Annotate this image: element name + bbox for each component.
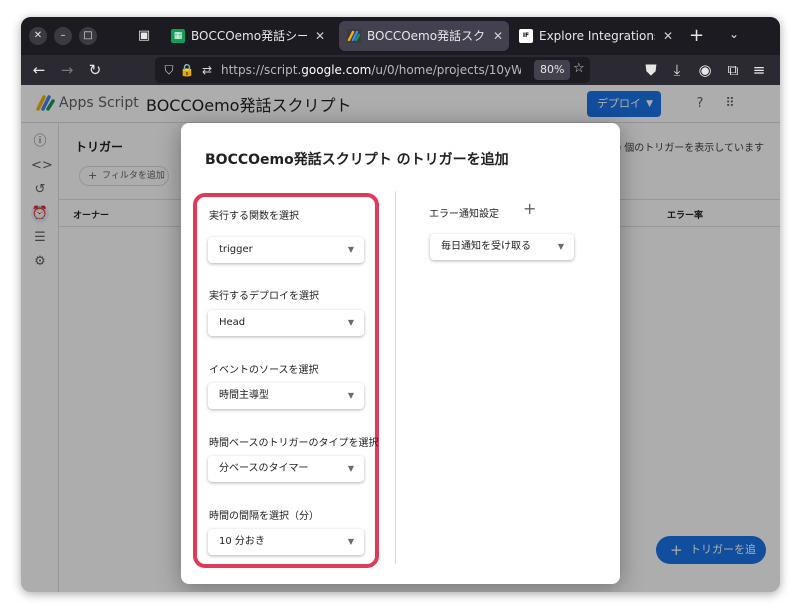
sheets-icon: ▦	[171, 29, 185, 43]
browser-window: ✕ – □ ▣ ▦ BOCCOemo発話シート - G ✕ BOCCOemo発話…	[21, 17, 780, 592]
dialog-title: BOCCOemo発話スクリプト のトリガーを追加	[205, 152, 509, 168]
close-window-icon[interactable]: ✕	[29, 27, 47, 45]
dropdown-arrow-icon: ▼	[347, 464, 354, 473]
lock-icon[interactable]: 🔒	[179, 61, 195, 79]
ifttt-icon: IF	[519, 29, 533, 43]
highlighted-settings-box: 実行する関数を選択 trigger ▼ 実行するデプロイを選択 Head ▼ イベン…	[193, 193, 379, 568]
function-label: 実行する関数を選択	[209, 211, 299, 222]
url-path: /u/0/home/projects/10yWIEmX	[371, 63, 521, 77]
select-value: Head	[219, 317, 246, 328]
pocket-icon[interactable]: ⛊	[641, 60, 661, 80]
tab-strip: ✕ – □ ▣ ▦ BOCCOemo発話シート - G ✕ BOCCOemo発話…	[21, 17, 780, 55]
select-value: 10 分おき	[219, 536, 265, 547]
deployment-label: 実行するデプロイを選択	[209, 291, 319, 302]
event-source-select[interactable]: 時間主導型 ▼	[208, 383, 364, 409]
star-icon[interactable]: ☆	[573, 61, 585, 76]
function-select[interactable]: trigger ▼	[208, 237, 364, 263]
error-notification-label: エラー通知設定	[429, 209, 499, 220]
column-divider	[395, 191, 396, 564]
time-trigger-type-label: 時間ベースのトリガーのタイプを選択	[209, 438, 379, 449]
download-icon[interactable]: ⤓	[667, 60, 687, 80]
url-text[interactable]: https://script.google.com/u/0/home/proje…	[221, 57, 521, 83]
minimize-window-icon[interactable]: –	[54, 27, 72, 45]
select-value: 毎日通知を受け取る	[441, 241, 531, 252]
close-tab-icon[interactable]: ✕	[493, 21, 503, 51]
add-notification-icon[interactable]: +	[523, 199, 536, 218]
back-icon[interactable]: ←	[29, 60, 49, 80]
dropdown-arrow-icon: ▼	[347, 537, 354, 546]
tab-title: Explore Integrations - IFTTT	[539, 29, 655, 43]
interval-select[interactable]: 10 分おき ▼	[208, 529, 364, 555]
page-content: Apps Script BOCCOemo発話スクリプト デプロイ ▼ ? ⠿ ⓘ …	[21, 85, 780, 592]
tab-sheets[interactable]: ▦ BOCCOemo発話シート - G ✕	[163, 21, 331, 51]
shield-icon[interactable]: ⛉	[161, 61, 177, 79]
reload-icon[interactable]: ↻	[85, 60, 105, 80]
url-prefix: https://script.	[221, 63, 302, 77]
forward-icon[interactable]: →	[57, 60, 77, 80]
interval-label: 時間の間隔を選択（分）	[209, 511, 319, 522]
maximize-window-icon[interactable]: □	[79, 27, 97, 45]
permissions-icon[interactable]: ⇄	[199, 61, 215, 79]
dropdown-arrow-icon: ▼	[347, 318, 354, 327]
event-source-label: イベントのソースを選択	[209, 365, 319, 376]
url-bar[interactable]: ⛉ 🔒 ⇄ https://script.google.com/u/0/home…	[155, 57, 590, 83]
account-icon[interactable]: ◉	[695, 60, 715, 80]
dropdown-arrow-icon: ▼	[347, 245, 354, 254]
deployment-select[interactable]: Head ▼	[208, 310, 364, 336]
zoom-indicator[interactable]: 80%	[534, 60, 571, 80]
extensions-icon[interactable]: ⧉	[723, 60, 743, 80]
select-value: 分ベースのタイマー	[219, 463, 309, 474]
dropdown-arrow-icon: ▼	[347, 391, 354, 400]
tab-title: BOCCOemo発話シート - G	[191, 29, 307, 43]
new-tab-icon[interactable]: +	[689, 26, 704, 46]
tab-ifttt[interactable]: IF Explore Integrations - IFTTT ✕	[511, 21, 679, 51]
tab-list-icon[interactable]: ▣	[135, 27, 153, 45]
tab-apps-script[interactable]: BOCCOemo発話スクリプト ✕	[339, 21, 509, 51]
close-tab-icon[interactable]: ✕	[663, 21, 673, 51]
select-value: trigger	[219, 244, 253, 255]
close-tab-icon[interactable]: ✕	[315, 21, 325, 51]
apps-script-icon	[347, 29, 361, 43]
error-notification-select[interactable]: 毎日通知を受け取る ▼	[430, 234, 574, 260]
add-trigger-dialog: BOCCOemo発話スクリプト のトリガーを追加 実行する関数を選択 trigg…	[181, 123, 620, 584]
select-value: 時間主導型	[219, 390, 269, 401]
chevron-down-icon[interactable]: ⌄	[729, 27, 739, 41]
menu-icon[interactable]: ≡	[749, 60, 769, 80]
dropdown-arrow-icon: ▼	[557, 242, 564, 251]
time-trigger-type-select[interactable]: 分ベースのタイマー ▼	[208, 456, 364, 482]
navigation-bar: ← → ↻ ⛉ 🔒 ⇄ https://script.google.com/u/…	[21, 55, 780, 85]
url-domain: google.com	[301, 63, 372, 77]
tab-title: BOCCOemo発話スクリプト	[367, 29, 485, 43]
